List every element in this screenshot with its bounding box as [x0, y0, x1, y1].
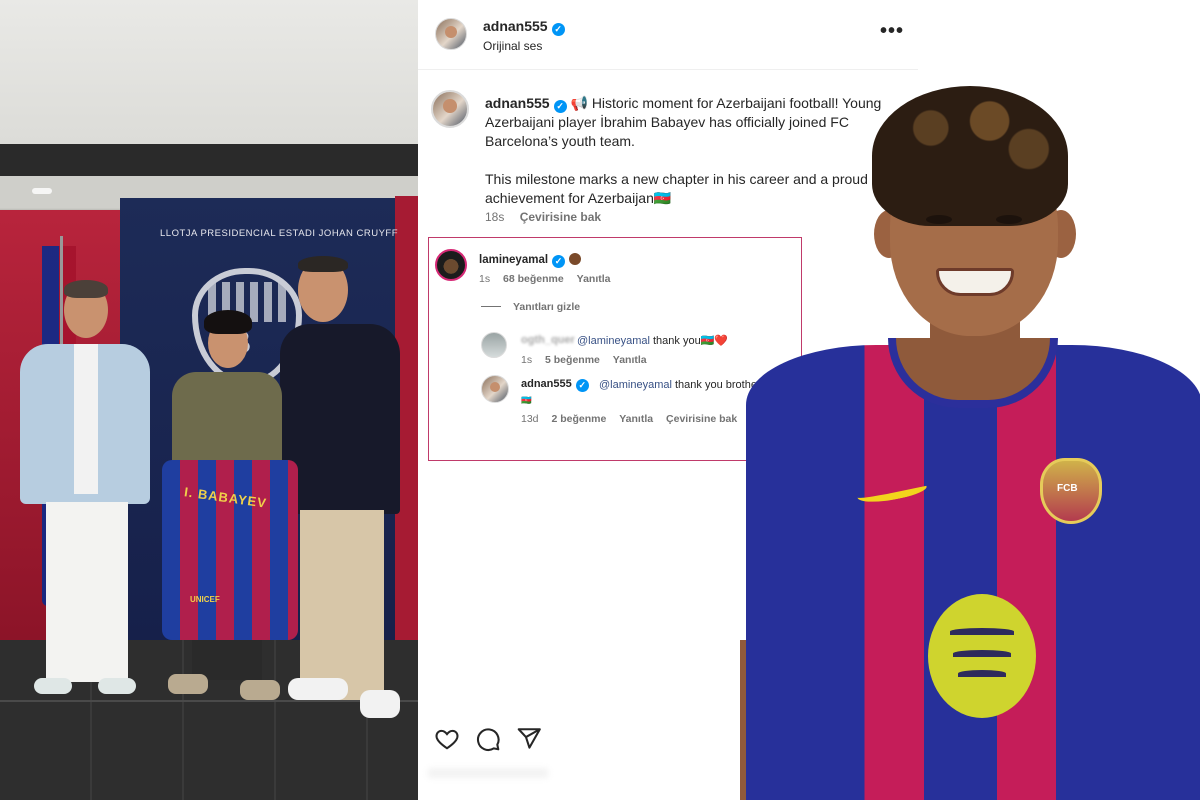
commenter-username-row[interactable]: lamineyamal ✓: [479, 253, 582, 268]
comment-icon[interactable]: [475, 726, 501, 752]
shoe: [360, 690, 400, 718]
hide-replies-toggle[interactable]: Yanıtları gizle: [481, 301, 580, 313]
reply-flag-line: 🇦🇿: [521, 395, 532, 405]
player-smile: [936, 268, 1014, 296]
see-translation-link[interactable]: Çevirisine bak: [666, 413, 737, 425]
comment-meta: 1s 68 beğenme Yanıtla: [479, 273, 611, 285]
megaphone-emoji: 📢: [570, 95, 588, 111]
caption-time: 18s: [485, 210, 505, 224]
divider-line: [481, 306, 501, 307]
reply-avatar[interactable]: [481, 375, 509, 403]
club-crest-icon: FCB: [1040, 458, 1102, 524]
player-curly-hair: [872, 86, 1068, 226]
shirt: [74, 344, 98, 494]
person-left: [20, 280, 150, 712]
comment-likes[interactable]: 68 beğenme: [503, 273, 564, 285]
reply-time: 13d: [521, 413, 539, 425]
player-eye: [996, 215, 1022, 224]
comment-time: 1s: [479, 273, 491, 285]
caption-meta: 18s Çevirisine bak: [485, 210, 613, 224]
shoe: [98, 678, 136, 694]
heart-icon-svg: [435, 729, 459, 750]
see-translation-link[interactable]: Çevirisine bak: [520, 210, 601, 224]
send-icon[interactable]: [516, 726, 542, 752]
hide-replies-label[interactable]: Yanıtları gizle: [513, 301, 580, 313]
reply-text: @lamineyamal thank you🇦🇿❤️: [577, 334, 728, 347]
jersey-name: I. BABAYEV: [183, 484, 268, 511]
reply-time: 1s: [521, 354, 533, 366]
mention-link[interactable]: @lamineyamal: [577, 335, 650, 347]
reply-avatar[interactable]: [481, 332, 507, 358]
caption-author-avatar[interactable]: [431, 90, 469, 128]
comment-reply-button[interactable]: Yanıtla: [577, 273, 611, 285]
reply-reply-button[interactable]: Yanıtla: [619, 413, 653, 425]
crest-text: FCB: [1057, 483, 1078, 494]
person-right: [280, 256, 404, 748]
verified-badge-icon: ✓: [552, 255, 566, 268]
jacket: [280, 324, 400, 514]
held-jersey: I. BABAYEV UNICEF: [162, 460, 298, 640]
shoe: [288, 678, 348, 700]
spotify-logo-icon: [928, 594, 1036, 718]
spotify-wave: [958, 670, 1006, 677]
spotify-wave: [953, 650, 1011, 657]
banner-text: LLOTJA PRESIDENCIAL ESTADI JOHAN CRUYFF: [160, 228, 399, 239]
author-avatar[interactable]: [435, 18, 467, 50]
shoe: [168, 674, 208, 694]
player-jersey: [746, 345, 1200, 800]
reply-username[interactable]: adnan555: [521, 378, 572, 390]
jersey-sponsor: UNICEF: [190, 595, 220, 604]
verified-badge-icon: ✓: [553, 100, 567, 113]
right-player-photo: FCB: [740, 0, 1200, 800]
spotify-wave: [950, 628, 1014, 635]
reply-meta: 13d 2 beğenme Yanıtla Çevirisine bak: [521, 413, 737, 425]
audio-label[interactable]: Orijinal ses: [483, 39, 542, 53]
caption-username[interactable]: adnan555: [485, 95, 550, 111]
player-eye: [926, 215, 952, 224]
hair: [298, 256, 348, 272]
author-username[interactable]: adnan555: [483, 18, 548, 34]
comment-icon-svg: [477, 728, 500, 752]
avatar-face: [443, 99, 457, 114]
trousers: [46, 502, 128, 682]
mention-link[interactable]: @lamineyamal: [599, 379, 672, 391]
commenter-username[interactable]: lamineyamal: [479, 254, 548, 266]
send-icon-svg: [517, 728, 541, 749]
t-shirt: [172, 372, 282, 472]
blurred-footer: [428, 768, 548, 778]
ceiling-light: [32, 188, 52, 194]
left-photo: LLOTJA PRESIDENCIAL ESTADI JOHAN CRUYFF …: [0, 0, 418, 800]
heart-emoji-icon: ❤️: [714, 335, 729, 347]
shoe: [34, 678, 72, 694]
hair: [204, 310, 252, 334]
avatar-face: [489, 381, 501, 393]
reply-username-row[interactable]: adnan555 ✓: [521, 378, 589, 392]
verified-badge-icon: ✓: [551, 23, 565, 36]
reply-meta: 1s 5 beğenme Yanıtla: [521, 354, 647, 366]
fist-emoji-icon: [569, 253, 582, 265]
verified-badge-icon: ✓: [575, 379, 589, 392]
author-username-row[interactable]: adnan555 ✓: [483, 18, 565, 36]
shoe: [240, 680, 280, 700]
avatar-face: [445, 25, 457, 38]
reply-reply-button[interactable]: Yanıtla: [613, 354, 647, 366]
reply-likes[interactable]: 2 beğenme: [551, 413, 606, 425]
heart-icon[interactable]: [434, 726, 460, 752]
trousers: [300, 510, 384, 700]
person-center-player: I. BABAYEV UNICEF: [162, 310, 298, 720]
reply-body: thank you🇦🇿: [652, 335, 715, 347]
hair: [64, 280, 108, 298]
reply-username-blurred[interactable]: ogth_quer: [521, 334, 575, 346]
reply-likes[interactable]: 5 beğenme: [545, 354, 600, 366]
commenter-avatar[interactable]: [435, 249, 467, 281]
